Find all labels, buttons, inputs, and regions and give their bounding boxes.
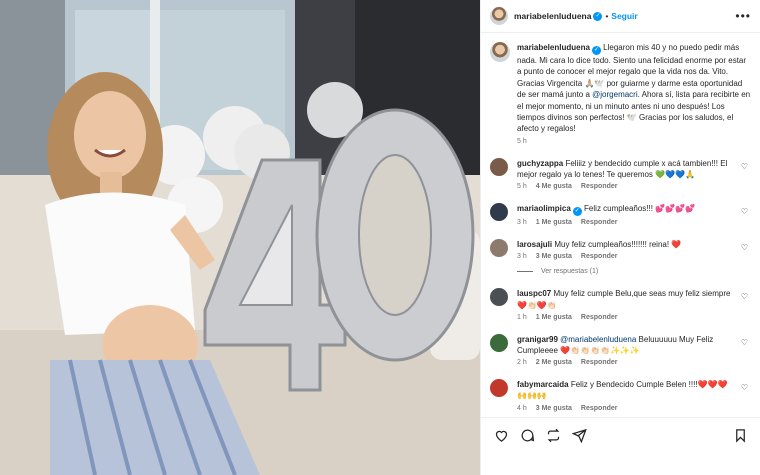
comment-time[interactable]: 4 h — [517, 405, 527, 412]
comment-meta: 3 h 1 Me gusta Responder — [517, 219, 713, 226]
verified-badge-icon: ✓ — [591, 46, 601, 55]
post-photo[interactable] — [0, 0, 480, 475]
comments-scroll-area[interactable]: mariabelenluduena ✓ Llegaron mis 40 y no … — [481, 33, 760, 417]
caption-username[interactable]: mariabelenluduena — [517, 43, 590, 52]
instagram-post-view: mariabelenluduena ✓ • Seguir ••• mariabe… — [0, 0, 760, 475]
comment-likes[interactable]: 3 Me gusta — [536, 405, 572, 412]
post-header: mariabelenluduena ✓ • Seguir ••• — [481, 0, 760, 33]
more-options-icon[interactable]: ••• — [735, 9, 751, 23]
author-username[interactable]: mariabelenluduena — [514, 11, 591, 21]
reply-button[interactable]: Responder — [581, 359, 618, 366]
comment-text: guchyzappa Feliiiz y bendecido cumple x … — [517, 158, 751, 180]
comment-likes[interactable]: 4 Me gusta — [536, 183, 572, 190]
comment-item: fabymarcaida Feliz y Bendecido Cumple Be… — [490, 379, 751, 412]
comment-likes[interactable]: 3 Me gusta — [536, 253, 572, 260]
repost-icon[interactable] — [542, 426, 564, 444]
comment-like-heart-icon[interactable]: ♡ — [741, 383, 748, 392]
commenter-username[interactable]: larosajuli — [517, 240, 552, 249]
comment-time[interactable]: 3 h — [517, 219, 527, 226]
comment-mention-link[interactable]: @mariabelenluduena — [560, 335, 636, 344]
comment-item: larosajuli Muy feliz cumpleaños!!!!!!! r… — [490, 239, 751, 260]
comment-time[interactable]: 3 h — [517, 253, 527, 260]
reply-button[interactable]: Responder — [581, 405, 618, 412]
comment-text: mariaolimpica ✓ Feliz cumpleaños!!! 💕💕💕💕 — [517, 203, 713, 217]
view-replies-button[interactable]: Ver respuestas (1) — [517, 268, 751, 275]
replies-divider-line — [517, 271, 533, 273]
comment-time[interactable]: 1 h — [517, 314, 527, 321]
comment-item: mariaolimpica ✓ Feliz cumpleaños!!! 💕💕💕💕 … — [490, 203, 751, 226]
comment-meta: 4 h 3 Me gusta Responder — [517, 405, 751, 412]
comment-body: Muy feliz cumpleaños!!!!!!! reina! ❤️ — [554, 240, 682, 250]
comment-like-heart-icon[interactable]: ♡ — [741, 243, 748, 252]
verified-badge-icon: ✓ — [572, 207, 582, 217]
comment-like-heart-icon[interactable]: ♡ — [741, 162, 748, 171]
comment-meta: 2 h 2 Me gusta Responder — [517, 359, 751, 366]
commenter-username[interactable]: mariaolimpica — [517, 204, 571, 213]
comment-item: lauspc07 Muy feliz cumple Belu,que seas … — [490, 288, 751, 321]
comment-text: lauspc07 Muy feliz cumple Belu,que seas … — [517, 288, 751, 310]
comment-like-heart-icon[interactable]: ♡ — [741, 338, 748, 347]
reply-button[interactable]: Responder — [581, 219, 618, 226]
author-avatar[interactable] — [490, 7, 508, 25]
reply-button[interactable]: Responder — [581, 183, 618, 190]
comment-likes[interactable]: 1 Me gusta — [536, 314, 572, 321]
comment-meta: 3 h 3 Me gusta Responder — [517, 253, 699, 260]
post-caption: mariabelenluduena ✓ Llegaron mis 40 y no … — [490, 42, 751, 145]
heart-icon[interactable] — [490, 426, 512, 444]
comment-meta: 5 h 4 Me gusta Responder — [517, 183, 751, 190]
bookmark-icon[interactable] — [729, 426, 751, 444]
comment-item: guchyzappa Feliiiz y bendecido cumple x … — [490, 157, 751, 190]
commenter-username[interactable]: guchyzappa — [517, 159, 563, 168]
separator-dot: • — [605, 11, 609, 21]
commenter-avatar[interactable] — [490, 288, 508, 307]
comment-text: larosajuli Muy feliz cumpleaños!!!!!!! r… — [517, 239, 699, 250]
commenter-username[interactable]: granigar99 — [517, 335, 558, 344]
comment-likes[interactable]: 1 Me gusta — [536, 219, 572, 226]
caption-mention-link[interactable]: @jorgemacri — [592, 90, 637, 99]
commenter-avatar[interactable] — [490, 203, 508, 222]
commenter-username[interactable]: lauspc07 — [517, 289, 551, 298]
commenter-avatar[interactable] — [490, 333, 508, 352]
comment-meta: 1 h 1 Me gusta Responder — [517, 314, 751, 321]
comment-icon[interactable] — [516, 426, 538, 444]
post-action-bar — [481, 417, 760, 475]
comment-like-heart-icon[interactable]: ♡ — [741, 207, 748, 216]
comment-body: Feliz cumpleaños!!! 💕💕💕💕 — [584, 204, 696, 214]
comment-likes[interactable]: 2 Me gusta — [536, 359, 572, 366]
follow-button[interactable]: Seguir — [611, 11, 637, 21]
view-replies-label[interactable]: Ver respuestas (1) — [541, 268, 598, 275]
comment-time[interactable]: 5 h — [517, 183, 527, 190]
comment-like-heart-icon[interactable]: ♡ — [741, 292, 748, 301]
verified-badge-icon: ✓ — [593, 11, 603, 21]
commenter-avatar[interactable] — [490, 157, 508, 176]
reply-button[interactable]: Responder — [581, 253, 618, 260]
photo-illustration — [0, 0, 480, 475]
commenter-avatar[interactable] — [490, 379, 508, 398]
caption-timestamp[interactable]: 5 h — [517, 138, 751, 145]
comment-text: granigar99 @mariabelenluduena Beluuuuuu … — [517, 334, 751, 356]
post-side-panel: mariabelenluduena ✓ • Seguir ••• mariabe… — [480, 0, 760, 475]
commenter-username[interactable]: fabymarcaida — [517, 380, 569, 389]
comment-item: granigar99 @mariabelenluduena Beluuuuuu … — [490, 333, 751, 366]
reply-button[interactable]: Responder — [581, 314, 618, 321]
caption-avatar[interactable] — [490, 42, 510, 62]
caption-text: mariabelenluduena ✓ Llegaron mis 40 y no … — [517, 42, 751, 135]
comment-text: fabymarcaida Feliz y Bendecido Cumple Be… — [517, 379, 751, 401]
send-icon[interactable] — [568, 426, 590, 444]
commenter-avatar[interactable] — [490, 239, 508, 258]
comment-time[interactable]: 2 h — [517, 359, 527, 366]
